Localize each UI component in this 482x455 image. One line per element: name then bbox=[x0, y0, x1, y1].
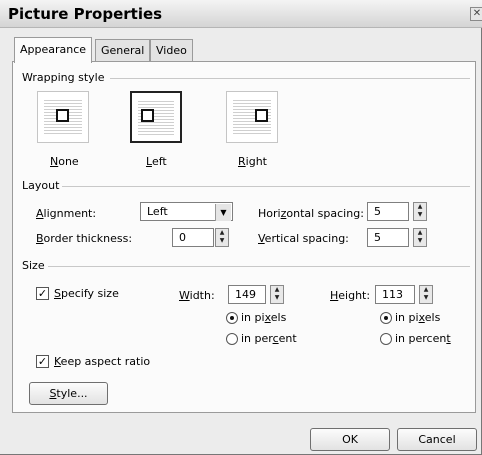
width-pixels-label: in pixels bbox=[241, 311, 287, 324]
height-pixels-label: in pixels bbox=[395, 311, 441, 324]
specify-size-checkbox[interactable]: ✓ bbox=[36, 287, 49, 300]
width-spinner[interactable]: ▲ ▼ bbox=[270, 285, 284, 304]
picture-square-icon bbox=[141, 109, 154, 122]
height-spinner[interactable]: ▲ ▼ bbox=[419, 285, 433, 304]
width-pixels-radio[interactable] bbox=[226, 312, 238, 324]
tab-video[interactable]: Video bbox=[150, 39, 193, 61]
ok-button[interactable]: OK bbox=[310, 428, 390, 451]
tab-general[interactable]: General bbox=[95, 39, 151, 61]
size-divider bbox=[48, 266, 470, 267]
vertical-spacing-input[interactable]: 5 bbox=[367, 228, 409, 247]
picture-square-icon bbox=[255, 109, 268, 122]
width-label: Width: bbox=[179, 289, 215, 302]
horizontal-spacing-input[interactable]: 5 bbox=[367, 202, 409, 221]
width-input[interactable]: 149 bbox=[228, 285, 266, 304]
size-group-label: Size bbox=[22, 259, 45, 272]
keep-aspect-ratio-checkbox[interactable]: ✓ bbox=[36, 355, 49, 368]
vertical-spacing-spinner[interactable]: ▲ ▼ bbox=[413, 228, 427, 247]
close-icon[interactable]: ✕ bbox=[470, 7, 482, 21]
horizontal-spacing-label: Horizontal spacing: bbox=[258, 207, 364, 220]
width-percent-radio[interactable] bbox=[226, 333, 238, 345]
width-percent-label: in percent bbox=[241, 332, 297, 345]
height-label: Height: bbox=[330, 289, 371, 302]
wrap-right-label: Right bbox=[238, 155, 267, 168]
alignment-label: Alignment: bbox=[36, 207, 97, 220]
vertical-spacing-label: Vertical spacing: bbox=[258, 232, 349, 245]
horizontal-spacing-spinner[interactable]: ▲ ▼ bbox=[413, 202, 427, 221]
wrap-left-label: Left bbox=[146, 155, 167, 168]
height-input[interactable]: 113 bbox=[375, 285, 415, 304]
alignment-value: Left bbox=[147, 205, 168, 218]
tab-appearance[interactable]: Appearance bbox=[14, 37, 93, 63]
layout-group-label: Layout bbox=[22, 179, 60, 192]
wrapping-divider bbox=[110, 78, 470, 79]
wrapping-style-label: Wrapping style bbox=[22, 71, 105, 84]
height-percent-radio[interactable] bbox=[380, 333, 392, 345]
keep-aspect-ratio-label: Keep aspect ratio bbox=[54, 355, 151, 368]
height-percent-label: in percent bbox=[395, 332, 451, 345]
alignment-select[interactable]: Left ▼ bbox=[140, 202, 233, 221]
wrap-none-label: None bbox=[50, 155, 79, 168]
height-pixels-radio[interactable] bbox=[380, 312, 392, 324]
chevron-down-icon[interactable]: ▼ bbox=[215, 204, 231, 221]
specify-size-label: Specify size bbox=[54, 287, 119, 300]
title-bar[interactable]: Picture Properties ✕ bbox=[0, 0, 482, 28]
picture-square-icon bbox=[56, 109, 69, 122]
border-spinner[interactable]: ▲ ▼ bbox=[215, 228, 229, 247]
style-button[interactable]: Style... bbox=[29, 382, 108, 405]
wrap-none-option[interactable] bbox=[37, 91, 89, 143]
wrap-left-option[interactable] bbox=[130, 91, 182, 143]
border-thickness-input[interactable]: 0 bbox=[172, 228, 214, 247]
picture-properties-dialog: Picture Properties ✕ Appearance General … bbox=[0, 0, 482, 455]
cancel-button[interactable]: Cancel bbox=[397, 428, 477, 451]
dialog-title: Picture Properties bbox=[8, 5, 163, 23]
layout-divider bbox=[62, 186, 470, 187]
wrap-right-option[interactable] bbox=[226, 91, 278, 143]
border-thickness-label: Border thickness: bbox=[36, 232, 133, 245]
